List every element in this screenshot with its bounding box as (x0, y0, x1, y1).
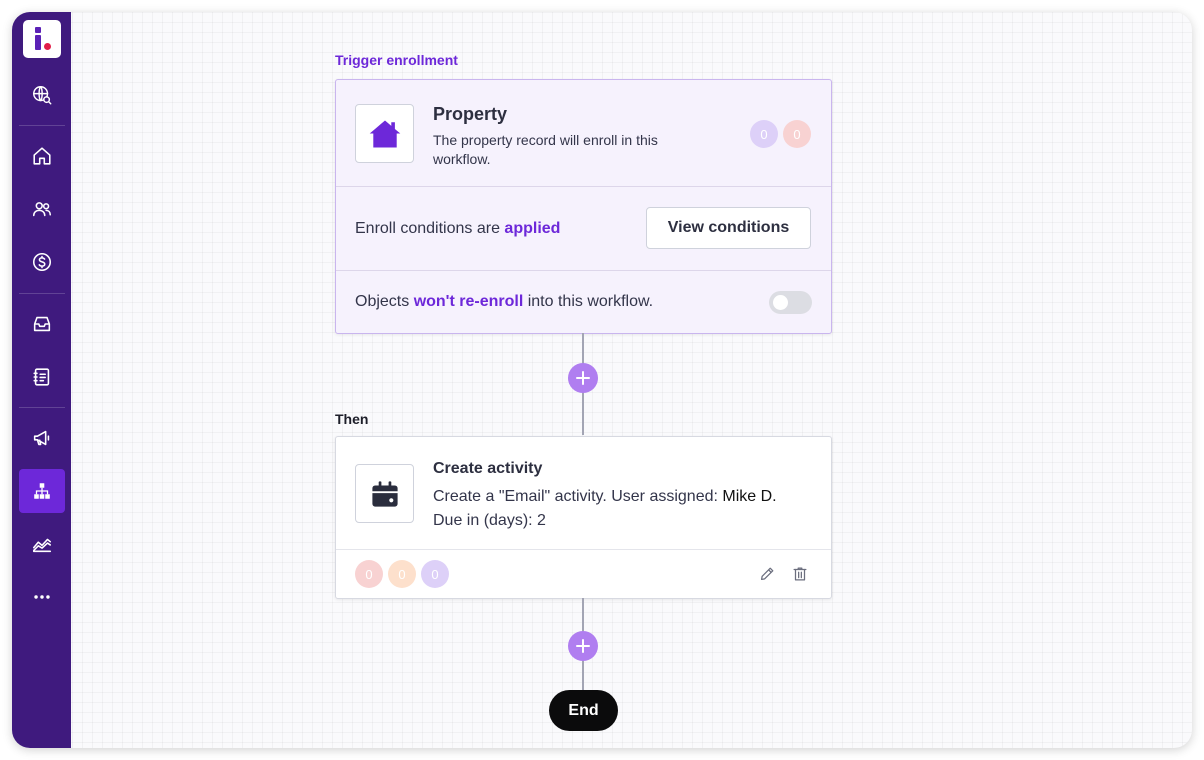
action-card[interactable]: Create activity Create a "Email" activit… (335, 436, 832, 599)
reenroll-status: won't re-enroll (413, 293, 524, 310)
view-conditions-button[interactable]: View conditions (646, 207, 811, 249)
action-title: Create activity (433, 460, 543, 477)
edit-icon[interactable] (758, 565, 776, 583)
home-icon[interactable] (19, 134, 65, 178)
dollar-icon[interactable] (19, 240, 65, 284)
then-label: Then (335, 411, 369, 427)
trigger-description: The property record will enroll in this … (433, 132, 658, 167)
sidebar (12, 12, 71, 748)
trigger-card[interactable]: Property The property record will enroll… (335, 79, 832, 334)
plus-icon (576, 639, 590, 653)
action-icon-box (355, 464, 414, 523)
conditions-status: applied (504, 220, 561, 237)
more-icon[interactable] (19, 575, 65, 619)
trigger-title: Property (433, 104, 508, 124)
enrolled-counter: 0 (750, 120, 778, 148)
assigned-user: Mike D. (722, 488, 777, 505)
workflow-icon[interactable] (19, 469, 65, 513)
reenroll-toggle[interactable] (769, 291, 812, 314)
reenroll-text: Objects won't re-enroll into this workfl… (355, 293, 654, 310)
address-book-icon[interactable] (19, 355, 65, 399)
add-step-button[interactable] (568, 363, 598, 393)
action-warning-counter: 0 (388, 560, 416, 588)
trash-icon[interactable] (791, 565, 809, 583)
globe-search-icon[interactable] (19, 73, 65, 117)
error-counter: 0 (783, 120, 811, 148)
app-logo[interactable] (23, 20, 61, 58)
calendar-icon (371, 480, 398, 507)
trigger-section-label: Trigger enrollment (335, 52, 458, 68)
add-step-button[interactable] (568, 631, 598, 661)
trigger-icon-box (355, 104, 414, 163)
house-icon (369, 120, 400, 147)
end-node[interactable]: End (549, 690, 618, 731)
action-description: Create a "Email" activity. User assigned… (433, 488, 777, 529)
due-text: Due in (days): 2 (433, 512, 546, 529)
inbox-icon[interactable] (19, 302, 65, 346)
contacts-icon[interactable] (19, 187, 65, 231)
action-completed-counter: 0 (421, 560, 449, 588)
megaphone-icon[interactable] (19, 416, 65, 460)
action-error-counter: 0 (355, 560, 383, 588)
plus-icon (576, 371, 590, 385)
enroll-conditions-text: Enroll conditions are applied (355, 220, 561, 237)
reports-icon[interactable] (19, 522, 65, 566)
